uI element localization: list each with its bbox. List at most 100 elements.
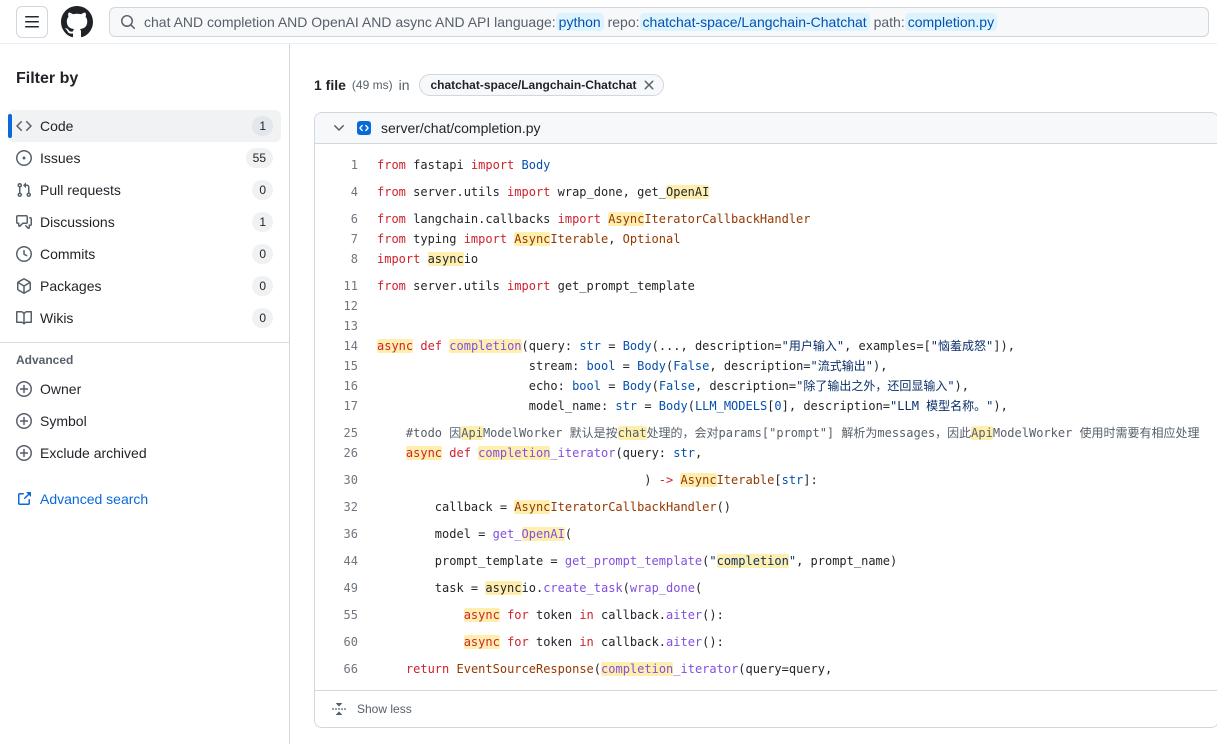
- code-token: ,: [694, 446, 703, 460]
- line-number[interactable]: 60: [315, 632, 358, 652]
- search-icon: [121, 14, 136, 29]
- code-text: callback = AsyncIteratorCallbackHandler(…: [358, 497, 731, 517]
- code-line: 32 callback = AsyncIteratorCallbackHandl…: [315, 497, 1217, 517]
- search-input[interactable]: chat AND completion AND OpenAI AND async…: [109, 6, 1209, 37]
- code-token: from: [377, 212, 414, 226]
- link-external-icon: [18, 492, 31, 505]
- plus-circle-icon: [16, 413, 32, 429]
- sidebar-item-wikis[interactable]: Wikis 0: [8, 302, 281, 334]
- code-token: EventSourceResponse: [456, 662, 594, 676]
- line-number[interactable]: 14: [315, 336, 358, 356]
- code-token: Body: [622, 379, 652, 393]
- top-bar: chat AND completion AND OpenAI AND async…: [0, 0, 1217, 44]
- code-token: ], description=: [781, 399, 891, 413]
- sidebar-item-packages[interactable]: Packages 0: [8, 270, 281, 302]
- line-number[interactable]: 30: [315, 470, 358, 490]
- code-token: ),: [993, 399, 1008, 413]
- line-number[interactable]: 13: [315, 316, 358, 336]
- code-token: return: [405, 662, 450, 676]
- chevron-down-icon[interactable]: [331, 120, 347, 136]
- advanced-item-symbol[interactable]: Symbol: [8, 405, 281, 437]
- file-path-link[interactable]: server/chat/completion.py: [381, 120, 541, 136]
- github-logo[interactable]: [61, 5, 93, 38]
- count-badge: 0: [252, 276, 273, 296]
- sidebar-item-pull-requests[interactable]: Pull requests 0: [8, 174, 281, 206]
- advanced-item-exclude-archived[interactable]: Exclude archived: [8, 437, 281, 469]
- sidebar-item-label: Issues: [40, 150, 81, 166]
- advanced-filter-list: Owner Symbol Exclude archived: [0, 373, 289, 469]
- code-token: False: [658, 379, 695, 393]
- advanced-section-title: Advanced: [16, 353, 74, 367]
- search-match-highlight: Api: [461, 426, 483, 440]
- advanced-item-label: Owner: [40, 381, 82, 397]
- line-number[interactable]: 49: [315, 578, 358, 598]
- line-number[interactable]: 44: [315, 551, 358, 571]
- line-number[interactable]: 25: [315, 423, 358, 443]
- plus-circle-icon: [16, 445, 32, 461]
- code-token: langchain.callbacks: [413, 212, 558, 226]
- sidebar-item-issues[interactable]: Issues 55: [8, 142, 281, 174]
- history-icon: [16, 246, 32, 262]
- line-number[interactable]: 12: [315, 296, 358, 316]
- menu-button[interactable]: [16, 5, 48, 38]
- sidebar-item-code[interactable]: Code 1: [8, 110, 281, 142]
- code-token: import: [470, 158, 522, 172]
- code-token: Body: [658, 399, 688, 413]
- line-number[interactable]: 32: [315, 497, 358, 517]
- line-number[interactable]: 8: [315, 249, 358, 269]
- code-token: Iterable: [550, 232, 609, 246]
- code-token: Body: [521, 158, 551, 172]
- line-number[interactable]: 55: [315, 605, 358, 625]
- line-number[interactable]: 15: [315, 356, 358, 376]
- code-token: import: [557, 212, 609, 226]
- code-token: prompt_template =: [377, 554, 565, 568]
- line-number[interactable]: 16: [315, 376, 358, 396]
- line-number[interactable]: 1: [315, 155, 358, 175]
- code-token: ]),: [993, 339, 1015, 353]
- code-token: ): [377, 473, 659, 487]
- plus-circle-icon: [16, 381, 32, 397]
- code-line: 30 ) -> AsyncIterable[str]:: [315, 470, 1217, 490]
- code-token: echo:: [377, 379, 573, 393]
- line-number[interactable]: 6: [315, 209, 358, 229]
- advanced-search-link[interactable]: Advanced search: [16, 491, 273, 507]
- sidebar-item-label: Packages: [40, 278, 102, 294]
- code-line: 6 from langchain.callbacks import AsyncIt…: [315, 209, 1217, 229]
- code-token: fastapi: [413, 158, 471, 172]
- sidebar-item-discussions[interactable]: Discussions 1: [8, 206, 281, 238]
- code-token: token: [528, 608, 580, 622]
- line-number[interactable]: 36: [315, 524, 358, 544]
- close-icon[interactable]: [641, 77, 657, 93]
- code-line: 49 task = asyncio.create_task(wrap_done(: [315, 578, 1217, 598]
- show-less-button[interactable]: Show less: [315, 690, 1217, 727]
- search-match-highlight: completion: [449, 339, 522, 353]
- filter-list: Code 1 Issues 55 Pull requests 0 Discussions 1 C…: [0, 110, 289, 334]
- line-number[interactable]: 66: [315, 659, 358, 679]
- results-count: 1 file: [314, 77, 346, 93]
- line-number[interactable]: 4: [315, 182, 358, 202]
- code-line: 66 return EventSourceResponse(completion…: [315, 659, 1217, 679]
- search-match-highlight: chat: [617, 426, 647, 440]
- line-number[interactable]: 11: [315, 276, 358, 296]
- repo-filter-chip[interactable]: chatchat-space/Langchain-Chatchat: [419, 74, 664, 96]
- line-number[interactable]: 7: [315, 229, 358, 249]
- code-line: 15 stream: bool = Body(False, descriptio…: [315, 356, 1217, 376]
- code-text: from fastapi import Body: [358, 155, 550, 175]
- code-token: Iterable: [716, 473, 775, 487]
- line-number[interactable]: 26: [315, 443, 358, 463]
- sidebar-item-label: Pull requests: [40, 182, 121, 198]
- results-header: 1 file (49 ms) in chatchat-space/Langcha…: [314, 74, 1217, 96]
- code-token: from: [377, 232, 414, 246]
- code-token: import: [377, 252, 428, 266]
- search-qualifier-value: chatchat-space/Langchain-Chatchat: [639, 12, 870, 31]
- sidebar-item-commits[interactable]: Commits 0: [8, 238, 281, 270]
- code-token: token: [528, 635, 580, 649]
- advanced-item-owner[interactable]: Owner: [8, 373, 281, 405]
- code-token: ": [788, 554, 797, 568]
- package-icon: [17, 278, 31, 294]
- code-line: 55 async for token in callback.aiter():: [315, 605, 1217, 625]
- line-number[interactable]: 17: [315, 396, 358, 416]
